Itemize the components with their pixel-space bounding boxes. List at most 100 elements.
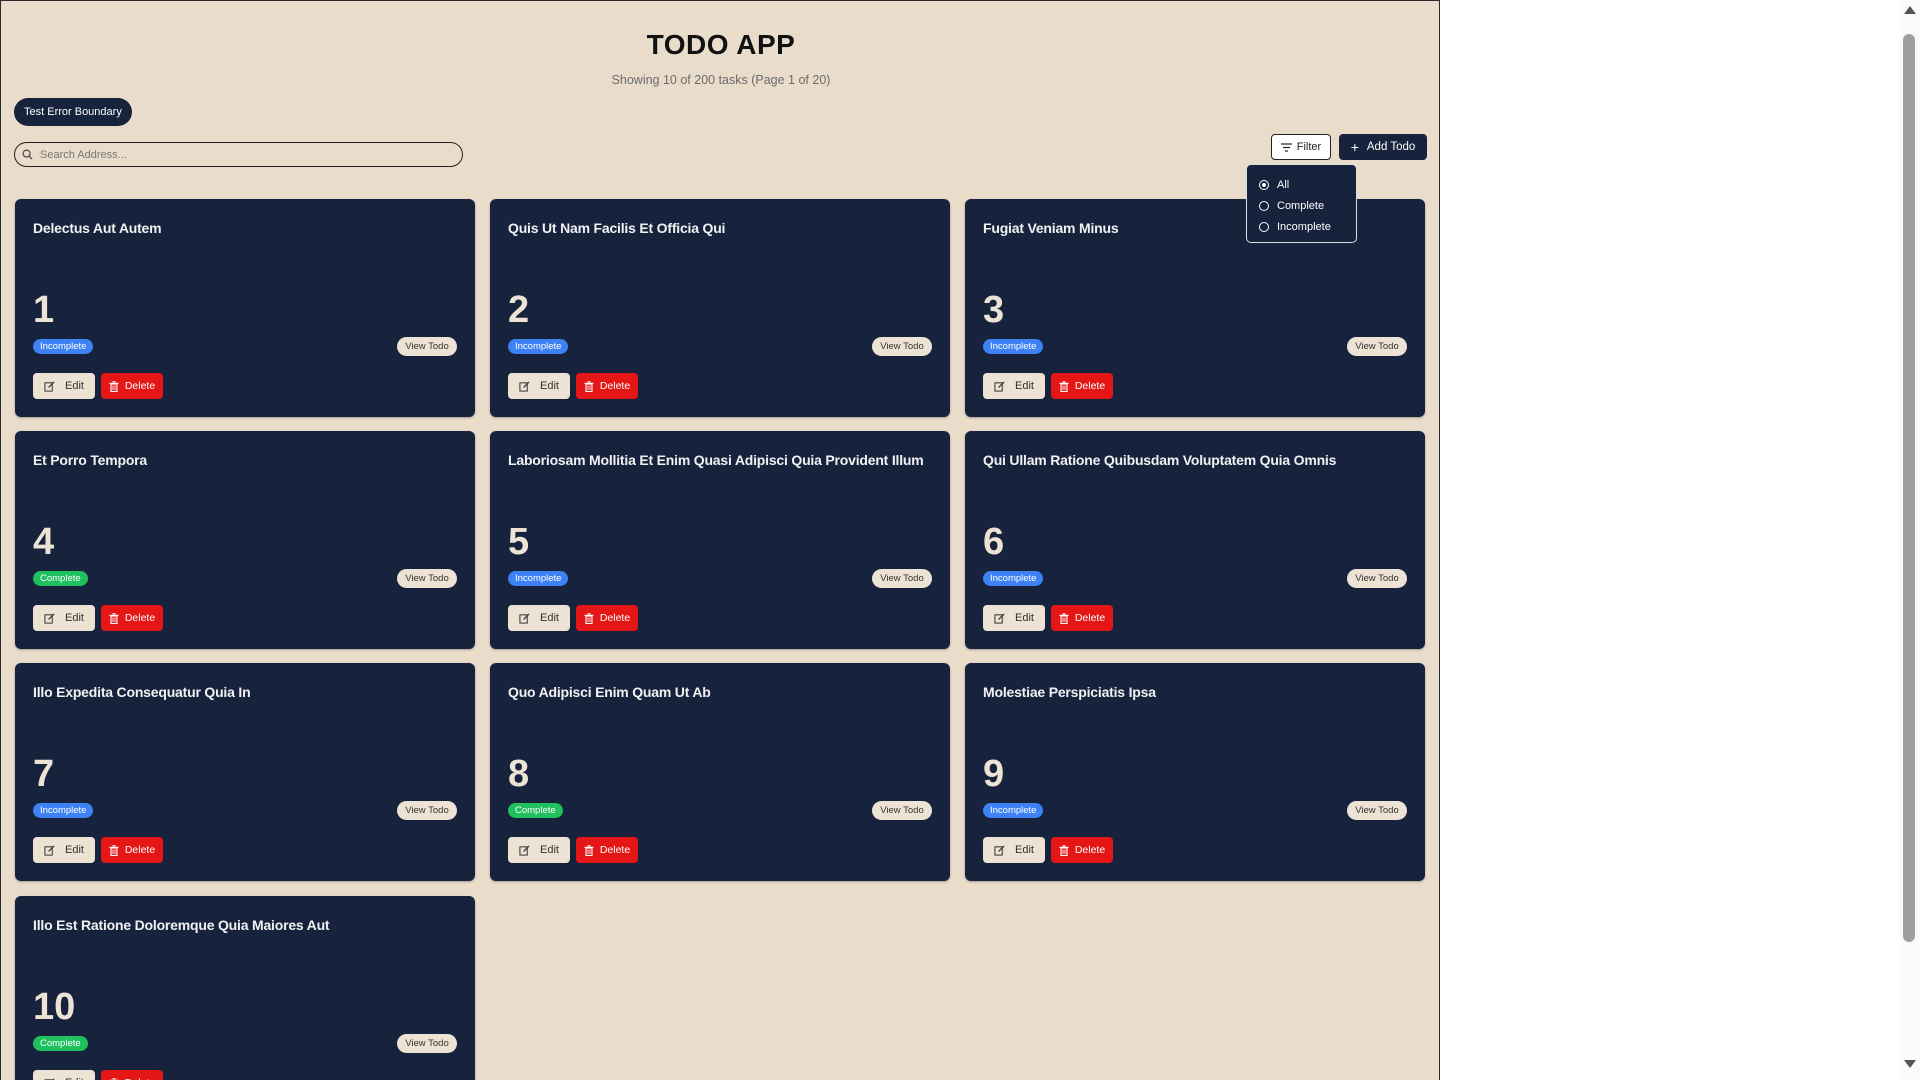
filter-option-label: All	[1277, 178, 1290, 191]
trash-icon	[1059, 844, 1069, 856]
todo-number: 1	[33, 289, 55, 331]
edit-icon	[519, 380, 530, 392]
edit-icon	[994, 844, 1005, 856]
edit-button[interactable]: Edit	[508, 373, 570, 399]
radio-icon[interactable]	[1259, 221, 1269, 232]
todo-number: 3	[983, 289, 1005, 331]
todo-number: 9	[983, 753, 1005, 795]
edit-button[interactable]: Edit	[508, 837, 570, 863]
todo-card: Illo Est Ratione Doloremque Quia Maiores…	[15, 896, 475, 1080]
add-todo-label: Add Todo	[1366, 141, 1416, 153]
todo-card: Qui Ullam Ratione Quibusdam Voluptatem Q…	[965, 431, 1425, 649]
edit-button[interactable]: Edit	[33, 837, 95, 863]
delete-button[interactable]: Delete	[576, 605, 638, 631]
todo-title: Delectus Aut Autem	[33, 220, 162, 236]
view-todo-button[interactable]: View Todo	[1347, 569, 1407, 588]
app-viewport: TODO APP Showing 10 of 200 tasks (Page 1…	[0, 0, 1440, 1080]
edit-label: Edit	[65, 844, 84, 856]
todo-title: Illo Est Ratione Doloremque Quia Maiores…	[33, 917, 330, 933]
view-todo-button[interactable]: View Todo	[397, 1034, 457, 1053]
todo-title: Illo Expedita Consequatur Quia In	[33, 684, 251, 700]
todo-card: Molestiae Perspiciatis Ipsa 9 Incomplete Vi…	[965, 663, 1425, 881]
delete-button[interactable]: Delete	[1051, 837, 1113, 863]
trash-icon	[109, 612, 119, 624]
test-error-boundary-button[interactable]: Test Error Boundary	[14, 98, 132, 126]
status-badge: Incomplete	[508, 571, 569, 586]
edit-button[interactable]: Edit	[983, 373, 1045, 399]
view-todo-button[interactable]: View Todo	[872, 337, 932, 356]
todo-card: Delectus Aut Autem 1 Incomplete View Todo Ed…	[15, 199, 475, 417]
filter-option-incomplete[interactable]: Incomplete	[1247, 216, 1356, 237]
page-title: TODO APP	[646, 29, 796, 60]
todo-card: Laboriosam Mollitia Et Enim Quasi Adipis…	[490, 431, 950, 649]
view-todo-button[interactable]: View Todo	[872, 801, 932, 820]
radio-selected-icon[interactable]	[1259, 179, 1269, 190]
todo-number: 8	[508, 753, 530, 795]
search-icon	[22, 149, 33, 160]
edit-button[interactable]: Edit	[33, 1070, 95, 1080]
trash-icon	[109, 844, 119, 856]
todo-title: Molestiae Perspiciatis Ipsa	[983, 684, 1156, 700]
edit-icon	[44, 844, 55, 856]
delete-label: Delete	[599, 380, 631, 392]
edit-icon	[994, 612, 1005, 624]
edit-icon	[519, 844, 530, 856]
edit-label: Edit	[1015, 844, 1034, 856]
view-todo-button[interactable]: View Todo	[872, 569, 932, 588]
delete-label: Delete	[1074, 380, 1106, 392]
scrollbar-thumb[interactable]	[1903, 34, 1915, 942]
view-todo-button[interactable]: View Todo	[1347, 337, 1407, 356]
view-todo-button[interactable]: View Todo	[1347, 801, 1407, 820]
edit-button[interactable]: Edit	[33, 605, 95, 631]
delete-button[interactable]: Delete	[101, 1070, 163, 1080]
todo-card: Illo Expedita Consequatur Quia In 7 Incomp…	[15, 663, 475, 881]
edit-label: Edit	[540, 844, 559, 856]
view-todo-button[interactable]: View Todo	[397, 337, 457, 356]
delete-button[interactable]: Delete	[101, 605, 163, 631]
todo-title: Et Porro Tempora	[33, 452, 148, 468]
scroll-up-arrow-icon[interactable]	[1904, 6, 1916, 14]
trash-icon	[584, 380, 594, 392]
delete-label: Delete	[124, 380, 156, 392]
status-badge: Incomplete	[983, 571, 1044, 586]
edit-label: Edit	[1015, 380, 1034, 392]
filter-button[interactable]: Filter	[1271, 134, 1331, 160]
edit-button[interactable]: Edit	[33, 373, 95, 399]
todo-number: 7	[33, 753, 55, 795]
edit-button[interactable]: Edit	[983, 837, 1045, 863]
add-todo-button[interactable]: + Add Todo	[1339, 134, 1427, 160]
search-input[interactable]	[38, 147, 442, 162]
edit-button[interactable]: Edit	[983, 605, 1045, 631]
edit-button[interactable]: Edit	[508, 605, 570, 631]
search-bar[interactable]	[14, 142, 463, 167]
trash-icon	[584, 844, 594, 856]
filter-icon	[1280, 142, 1292, 152]
delete-button[interactable]: Delete	[101, 837, 163, 863]
delete-label: Delete	[599, 612, 631, 624]
status-badge: Complete	[33, 571, 88, 586]
filter-option-complete[interactable]: Complete	[1247, 195, 1356, 216]
todo-number: 4	[33, 521, 55, 563]
todo-card: Quo Adipisci Enim Quam Ut Ab 8 Complete Vie…	[490, 663, 950, 881]
edit-label: Edit	[65, 380, 84, 392]
delete-button[interactable]: Delete	[1051, 605, 1113, 631]
todo-title: Laboriosam Mollitia Et Enim Quasi Adipis…	[508, 452, 924, 468]
delete-button[interactable]: Delete	[576, 837, 638, 863]
edit-icon	[994, 380, 1005, 392]
filter-dropdown-menu: All Complete Incomplete	[1246, 164, 1357, 243]
delete-label: Delete	[124, 612, 156, 624]
delete-button[interactable]: Delete	[1051, 373, 1113, 399]
view-todo-button[interactable]: View Todo	[397, 569, 457, 588]
delete-label: Delete	[1074, 612, 1106, 624]
edit-label: Edit	[1015, 612, 1034, 624]
filter-option-all[interactable]: All	[1247, 174, 1356, 195]
radio-icon[interactable]	[1259, 200, 1269, 211]
filter-option-label: Complete	[1277, 199, 1325, 212]
todo-number: 5	[508, 521, 530, 563]
edit-label: Edit	[65, 612, 84, 624]
scroll-down-arrow-icon[interactable]	[1904, 1060, 1916, 1068]
view-todo-button[interactable]: View Todo	[397, 801, 457, 820]
edit-label: Edit	[540, 612, 559, 624]
delete-button[interactable]: Delete	[576, 373, 638, 399]
delete-button[interactable]: Delete	[101, 373, 163, 399]
